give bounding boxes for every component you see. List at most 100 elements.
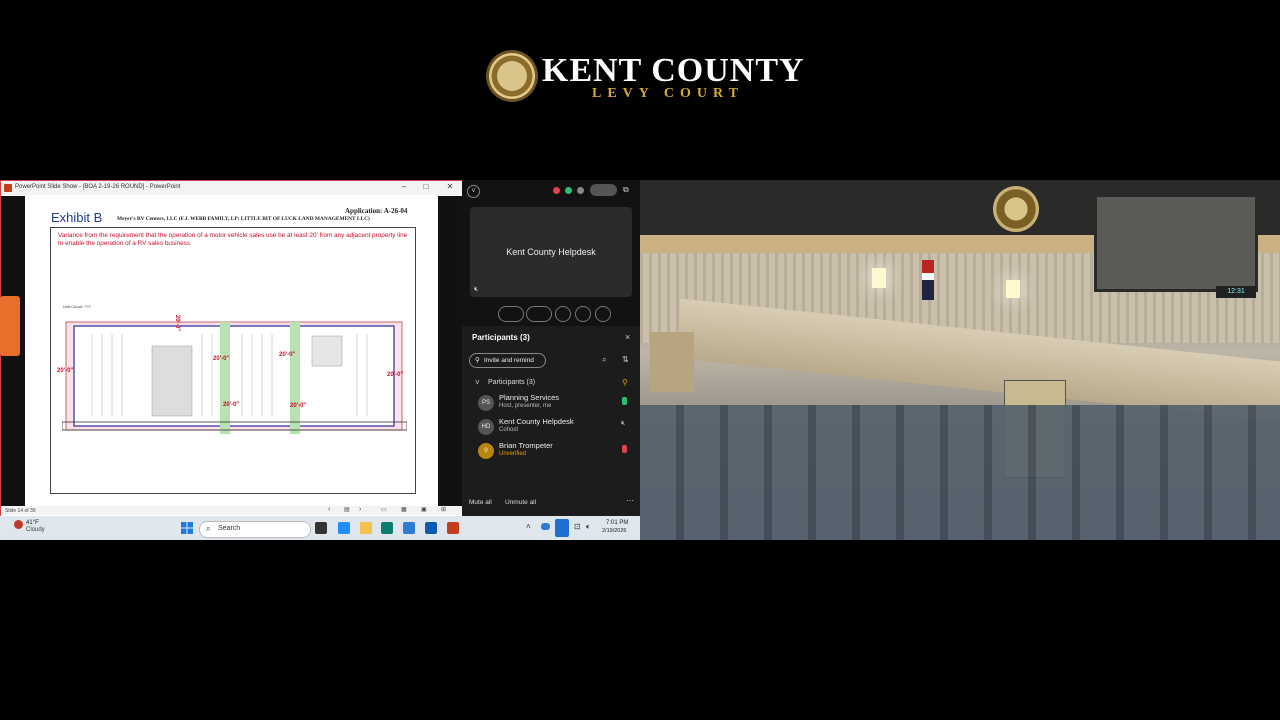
application-number: Application: A-26-04 xyxy=(345,207,408,215)
slide-margin-right xyxy=(438,196,462,506)
room-video-feed: 12:31 xyxy=(640,180,1280,540)
prev-slide-icon[interactable]: ‹ xyxy=(328,506,330,513)
popout-icon[interactable]: ⧉ xyxy=(623,185,629,195)
slide-area: Exhibit B Application: A-26-04 Meyer's R… xyxy=(0,196,462,506)
file-explorer-icon[interactable] xyxy=(360,522,372,534)
participants-title: Participants (3) xyxy=(472,333,530,342)
powerpoint-taskbar-icon[interactable] xyxy=(447,522,459,534)
mute-all-button[interactable]: Mute all xyxy=(469,499,492,506)
dimension-label: 20'-0" xyxy=(213,356,230,362)
slide: Exhibit B Application: A-26-04 Meyer's R… xyxy=(25,196,438,506)
info-icon[interactable] xyxy=(577,187,584,194)
windows-start-icon[interactable] xyxy=(181,522,193,534)
search-icon[interactable]: ⌕ xyxy=(602,355,606,365)
speaker-muted-icon[interactable]: 🔇︎ xyxy=(621,420,625,428)
dimension-label: 20'-0" xyxy=(387,372,404,378)
speaker-muted-icon: 🔇︎ xyxy=(474,286,479,293)
slide-sorter-icon[interactable]: ▤ xyxy=(344,506,350,513)
task-view-icon[interactable] xyxy=(315,522,327,534)
side-podium xyxy=(650,332,694,392)
powerpoint-window: PowerPoint Slide Show - [BOA 2-19-26 ROU… xyxy=(0,180,463,517)
outlook-icon[interactable] xyxy=(403,522,415,534)
more-options-button[interactable] xyxy=(595,306,611,322)
dimension-label: 20'-0" xyxy=(223,402,240,408)
wall-light xyxy=(1006,280,1020,298)
search-icon: ⌕ xyxy=(206,524,211,533)
normal-view-icon[interactable]: ▭ xyxy=(381,506,387,513)
clock-time[interactable]: 7:01 PM xyxy=(606,520,628,526)
grid-view-icon[interactable]: ▦ xyxy=(401,506,407,513)
person-icon: ⚲ xyxy=(475,357,480,364)
invite-label: Invite and remind xyxy=(484,357,534,364)
network-icon[interactable]: ⊡ xyxy=(574,522,581,531)
participant-role: Cohost xyxy=(499,427,519,433)
unmute-all-button[interactable]: Unmute all xyxy=(505,499,536,506)
exhibit-label: Exhibit B xyxy=(51,210,103,225)
microphone-icon[interactable] xyxy=(555,519,569,537)
volume-icon[interactable]: 🔈︎ xyxy=(586,522,591,532)
onedrive-icon[interactable] xyxy=(541,523,550,530)
owners-text: Meyer's RV Centers, LLC (F.J. WEBB FAMIL… xyxy=(117,216,370,222)
windows-taskbar: 41°F Cloudy ⌕ Search ˄ ⊡ 🔈︎ 7:01 PM 2/19… xyxy=(0,516,640,540)
ppt-window-title: PowerPoint Slide Show - [BOA 2-19-26 ROU… xyxy=(15,184,181,190)
mic-on-icon[interactable] xyxy=(622,397,627,405)
wall-monitor xyxy=(1094,194,1258,292)
layout-toggle[interactable] xyxy=(590,184,617,196)
variance-text: Variance from the requirement that the o… xyxy=(58,232,408,247)
participant-row[interactable]: PS Planning Services Host, presenter, me xyxy=(478,393,638,415)
audience-seating xyxy=(640,405,1280,540)
brand-subtitle: LEVY COURT xyxy=(592,86,744,101)
participant-name: Brian Trompeter xyxy=(499,441,553,450)
participant-role: Host, presenter, me xyxy=(499,403,552,409)
search-placeholder: Search xyxy=(218,525,241,532)
wall-clock: 12:31 xyxy=(1216,286,1256,298)
reading-view-icon[interactable]: ▣ xyxy=(421,506,427,513)
powerpoint-icon xyxy=(4,184,12,192)
american-flag xyxy=(922,260,934,300)
participants-group-label[interactable]: Participants (3) xyxy=(488,379,535,386)
close-participants-icon[interactable]: × xyxy=(625,332,630,342)
video-tile: Kent County Helpdesk 🔇︎ xyxy=(470,207,632,297)
avatar: PS xyxy=(478,395,494,411)
clock-date[interactable]: 2/19/2026 xyxy=(602,528,626,534)
video-button[interactable] xyxy=(526,306,552,322)
close-button[interactable]: ✕ xyxy=(445,182,455,192)
more-icon[interactable]: ⋯ xyxy=(626,496,634,505)
weather-icon[interactable] xyxy=(14,520,23,529)
participant-name: Planning Services xyxy=(499,393,560,402)
edge-icon[interactable] xyxy=(338,522,350,534)
recording-icon[interactable] xyxy=(553,187,560,194)
participant-row[interactable]: ⚲ Brian Trompeter Unverified xyxy=(478,441,638,463)
collapse-chevron-icon[interactable]: ˅ xyxy=(467,185,480,198)
slideshow-view-icon[interactable]: ⊞ xyxy=(441,506,446,513)
group-chevron-icon[interactable]: ˅ xyxy=(475,378,480,387)
webex-icon[interactable] xyxy=(425,522,437,534)
weather-temp: 41°F xyxy=(26,520,39,526)
dimension-label: 20'-0" xyxy=(174,314,181,332)
participants-button[interactable] xyxy=(575,306,591,322)
mute-button[interactable] xyxy=(498,306,524,322)
site-plan-drawing xyxy=(62,321,407,434)
participant-row[interactable]: HD Kent County Helpdesk Cohost 🔇︎ xyxy=(478,417,638,439)
guest-avatar-icon: ⚲ xyxy=(478,443,494,459)
store-icon[interactable] xyxy=(381,522,393,534)
webex-panel: ˅ ⧉ Kent County Helpdesk 🔇︎ Participants… xyxy=(462,180,640,516)
dimension-label: 20'-0" xyxy=(290,403,307,409)
mic-muted-icon[interactable] xyxy=(622,445,627,453)
minimize-button[interactable]: – xyxy=(399,182,409,192)
secure-icon[interactable] xyxy=(565,187,572,194)
share-button[interactable] xyxy=(555,306,571,322)
maximize-button[interactable]: □ xyxy=(421,182,431,192)
next-slide-icon[interactable]: › xyxy=(359,506,361,513)
wall-seal-icon xyxy=(993,186,1039,232)
participant-role: Unverified xyxy=(499,451,527,457)
weather-condition: Cloudy xyxy=(26,527,45,533)
avatar: HD xyxy=(478,419,494,435)
chevron-up-icon[interactable]: ˄ xyxy=(526,522,531,531)
sort-icon[interactable]: ⇅ xyxy=(622,355,629,364)
presenter-toolbar[interactable] xyxy=(0,296,20,356)
taskbar-search-input[interactable]: ⌕ Search xyxy=(199,521,311,538)
dimension-label: 20'-0" xyxy=(279,352,296,358)
invite-and-remind-button[interactable]: ⚲ Invite and remind xyxy=(469,353,546,368)
dimension-label: 20'-0" xyxy=(57,368,74,374)
